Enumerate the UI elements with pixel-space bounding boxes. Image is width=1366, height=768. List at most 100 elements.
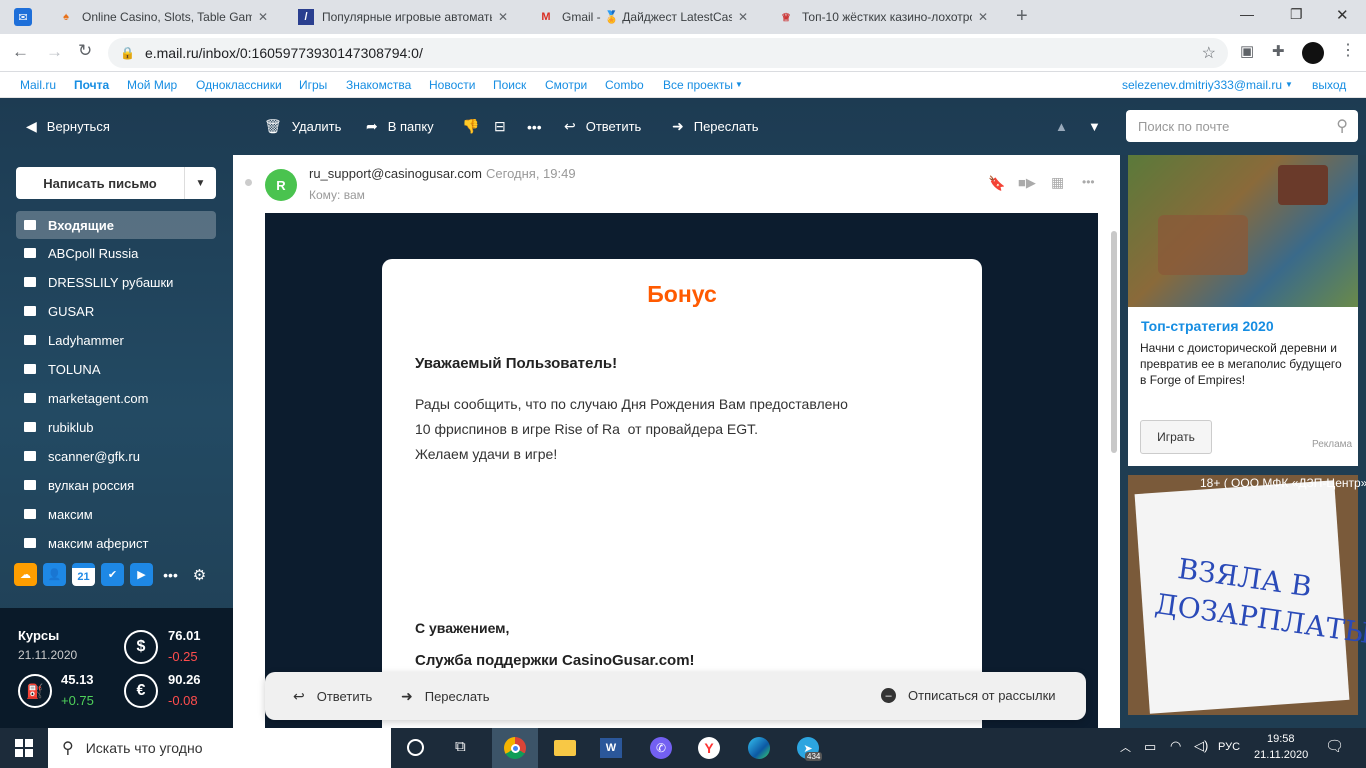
- nav-mailru[interactable]: Mail.ru: [20, 78, 56, 92]
- bookmark-star-icon[interactable]: ☆: [1202, 43, 1216, 63]
- gear-icon[interactable]: ⚙: [188, 563, 211, 586]
- folder-item[interactable]: rubiklub: [16, 413, 216, 441]
- video-call-icon[interactable]: ▶: [130, 563, 153, 586]
- move-to-folder-button[interactable]: ➦ В папку: [366, 98, 434, 155]
- minimize-icon[interactable]: —: [1240, 6, 1254, 22]
- unread-dot[interactable]: [245, 179, 252, 186]
- forward-button[interactable]: ➜ Переслать: [672, 98, 759, 155]
- ad-play-button[interactable]: Играть: [1140, 420, 1212, 454]
- nav-news[interactable]: Новости: [429, 78, 475, 92]
- sender-email[interactable]: ru_support@casinogusar.com: [309, 166, 482, 181]
- folder-item[interactable]: максим аферист: [16, 529, 216, 557]
- language-indicator[interactable]: РУС: [1218, 741, 1240, 753]
- notifications-icon[interactable]: 🗨: [1325, 737, 1344, 755]
- task-view-icon[interactable]: ⧉: [455, 738, 466, 755]
- edge-icon[interactable]: [748, 737, 770, 759]
- next-message-button[interactable]: ▼: [1088, 98, 1101, 155]
- extension-icon[interactable]: ▣: [1240, 42, 1254, 60]
- folder-item[interactable]: marketagent.com: [16, 384, 216, 412]
- mail-search-input[interactable]: Поиск по почте ⚲: [1126, 110, 1358, 142]
- more-dots-icon[interactable]: •••: [1082, 175, 1095, 189]
- close-tab-icon[interactable]: ✕: [258, 10, 268, 24]
- tab-top10[interactable]: ♕ Топ-10 жёстких казино-лохотронов✕: [768, 0, 1006, 34]
- close-tab-icon[interactable]: ✕: [498, 10, 508, 24]
- nav-games[interactable]: Игры: [299, 78, 327, 92]
- delete-button[interactable]: 🗑 Удалить: [264, 98, 341, 155]
- tab-popular-slots[interactable]: / Популярные игровые автоматы ✕: [288, 0, 526, 34]
- scrollbar[interactable]: [1111, 231, 1117, 453]
- compose-dropdown[interactable]: ▼: [184, 167, 216, 199]
- yandex-icon[interactable]: Y: [698, 737, 720, 759]
- folder-inbox[interactable]: Входящие: [16, 211, 216, 239]
- folder-item[interactable]: scanner@gfk.ru: [16, 442, 216, 470]
- bookmark-icon[interactable]: 🔖: [988, 175, 1005, 192]
- nav-dating[interactable]: Знакомства: [346, 78, 411, 92]
- ad-disclaimer: 18+ ( ООО МФК «ДЗП-Центр»: [1200, 476, 1366, 490]
- folder-item[interactable]: максим: [16, 500, 216, 528]
- file-explorer-icon[interactable]: [554, 740, 576, 756]
- battery-icon[interactable]: ▭: [1144, 739, 1156, 755]
- folder-item[interactable]: Ladyhammer: [16, 326, 216, 354]
- new-tab-button[interactable]: +: [1016, 5, 1028, 28]
- calendar-icon[interactable]: 21: [72, 563, 95, 586]
- folder-item[interactable]: DRESSLILY рубашки: [16, 268, 216, 296]
- video-camera-icon[interactable]: ■▶: [1018, 175, 1036, 191]
- contacts-icon[interactable]: 👤: [43, 563, 66, 586]
- word-icon[interactable]: W: [600, 738, 622, 758]
- clock-time[interactable]: 19:58: [1267, 733, 1295, 745]
- more-apps-icon[interactable]: •••: [159, 563, 182, 586]
- reload-icon[interactable]: ↻: [78, 41, 92, 61]
- windows-start-icon[interactable]: [15, 739, 33, 757]
- nav-ok[interactable]: Одноклассники: [196, 78, 282, 92]
- tab-online-casino[interactable]: ♠ Online Casino, Slots, Table Games ✕: [48, 0, 286, 34]
- folder-item[interactable]: ABCpoll Russia: [16, 239, 216, 267]
- volume-icon[interactable]: ◁): [1194, 738, 1208, 754]
- clock-date[interactable]: 21.11.2020: [1254, 749, 1308, 761]
- tab-gmail[interactable]: M Gmail - 🏅 Дайджест LatestCasino ✕: [528, 0, 766, 34]
- more-actions-button[interactable]: •••: [527, 98, 552, 155]
- loan-ad[interactable]: ВЗЯЛА В ДОЗАРПЛАТЫ: [1128, 475, 1366, 715]
- spam-button[interactable]: 👎: [462, 98, 489, 155]
- calendar-add-icon[interactable]: ▦: [1051, 174, 1064, 191]
- folder-item[interactable]: TOLUNA: [16, 355, 216, 383]
- back-arrow-icon[interactable]: ←: [12, 42, 29, 62]
- unsubscribe-button[interactable]: – Отписаться от рассылки: [881, 688, 1056, 703]
- viber-icon[interactable]: ✆: [650, 737, 672, 759]
- wifi-icon[interactable]: ◠: [1170, 738, 1181, 754]
- nav-combo[interactable]: Combo: [605, 78, 644, 92]
- nav-pochta[interactable]: Почта: [74, 78, 109, 92]
- nav-all-projects[interactable]: Все проекты: [663, 78, 733, 92]
- game-ad[interactable]: Топ-стратегия 2020 Начни с доисторическо…: [1128, 155, 1358, 466]
- close-tab-icon[interactable]: ✕: [738, 10, 748, 24]
- close-tab-icon[interactable]: ✕: [978, 10, 988, 24]
- compose-button[interactable]: Написать письмо ▼: [16, 167, 216, 199]
- nav-watch[interactable]: Смотри: [545, 78, 587, 92]
- puzzle-icon[interactable]: ✚: [1272, 42, 1285, 60]
- cortana-icon[interactable]: [407, 739, 424, 756]
- chrome-icon[interactable]: [492, 728, 538, 768]
- menu-dots-icon[interactable]: ⋮: [1340, 40, 1356, 60]
- reply-button[interactable]: ↩ Ответить: [564, 98, 641, 155]
- nav-search[interactable]: Поиск: [493, 78, 526, 92]
- restore-icon[interactable]: ❐: [1290, 6, 1303, 23]
- prev-message-button[interactable]: ▲: [1055, 98, 1068, 155]
- archive-button[interactable]: ⊟: [494, 98, 516, 155]
- taskbar-search[interactable]: ⚲ Искать что угодно: [48, 728, 391, 768]
- ad-title[interactable]: Топ-стратегия 2020: [1141, 318, 1274, 334]
- folder-item[interactable]: вулкан россия: [16, 471, 216, 499]
- bottom-forward-button[interactable]: ➜ Переслать: [401, 688, 490, 705]
- address-bar[interactable]: 🔒 e.mail.ru/inbox/0:16059773930147308794…: [108, 38, 1228, 68]
- logout-link[interactable]: выход: [1312, 78, 1346, 92]
- forward-arrow-icon[interactable]: →: [46, 42, 63, 62]
- nav-moi-mir[interactable]: Мой Мир: [127, 78, 177, 92]
- user-email[interactable]: selezenev.dmitriy333@mail.ru: [1122, 78, 1282, 92]
- cloud-icon[interactable]: ☁: [14, 563, 37, 586]
- close-window-icon[interactable]: ✕: [1336, 6, 1349, 24]
- mailru-tab-icon[interactable]: ✉: [14, 8, 32, 26]
- tray-chevron-icon[interactable]: ︿: [1120, 739, 1131, 755]
- bottom-reply-button[interactable]: ↩ Ответить: [293, 688, 372, 705]
- tasks-icon[interactable]: ✔: [101, 563, 124, 586]
- folder-item[interactable]: GUSAR: [16, 297, 216, 325]
- profile-avatar[interactable]: [1302, 42, 1324, 64]
- back-button[interactable]: ◀ Вернуться: [26, 98, 110, 155]
